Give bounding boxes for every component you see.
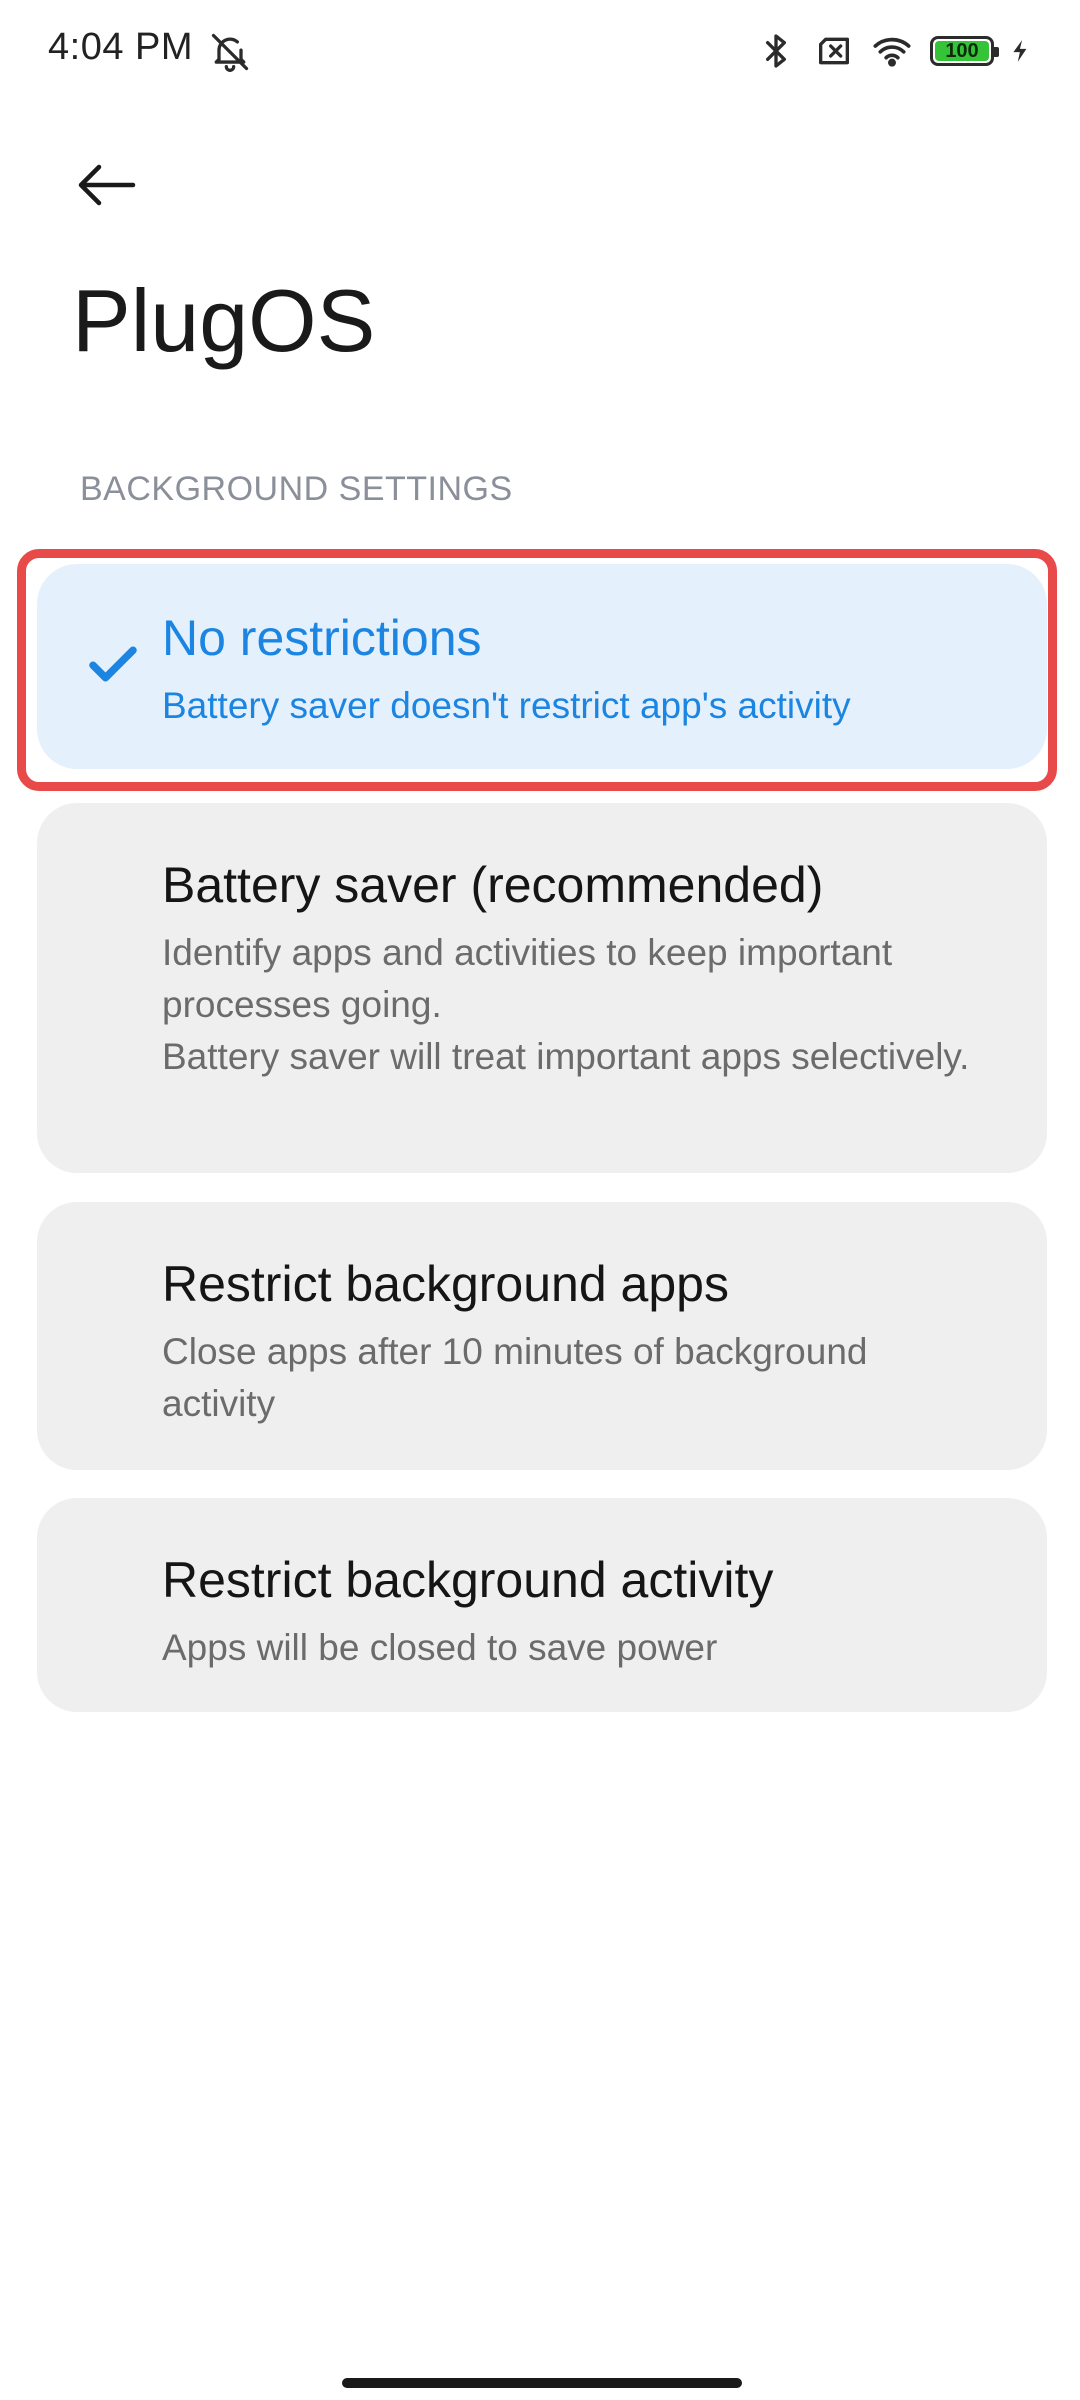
option-description: Identify apps and activities to keep imp… (162, 932, 970, 1077)
option-title: Restrict background activity (162, 1552, 774, 1608)
option-title: No restrictions (162, 610, 482, 666)
battery-icon: 100 (930, 36, 999, 66)
option-restrict-background-apps[interactable]: Restrict background apps Close apps afte… (37, 1202, 1047, 1470)
option-title: Restrict background apps (162, 1256, 729, 1312)
checkmark-icon (89, 646, 137, 682)
option-no-restrictions[interactable]: No restrictions Battery saver doesn't re… (37, 564, 1047, 769)
home-indicator[interactable] (342, 2378, 742, 2388)
option-restrict-background-activity[interactable]: Restrict background activity Apps will b… (37, 1498, 1047, 1712)
wifi-icon (873, 37, 911, 67)
option-description: Apps will be closed to save power (162, 1627, 718, 1668)
status-icons: 100 (756, 26, 1034, 76)
section-header: BACKGROUND SETTINGS (80, 470, 513, 508)
back-arrow-icon (78, 164, 136, 206)
status-bar: 4:04 PM 100 (0, 0, 1080, 110)
option-battery-saver[interactable]: Battery saver (recommended) Identify app… (37, 803, 1047, 1173)
option-title: Battery saver (recommended) (162, 857, 824, 913)
page-title: PlugOS (72, 271, 376, 370)
back-button[interactable] (62, 140, 152, 230)
mute-notifications-icon (211, 33, 249, 72)
option-description: Close apps after 10 minutes of backgroun… (162, 1331, 868, 1424)
status-time: 4:04 PM (48, 26, 194, 68)
battery-level: 100 (935, 41, 989, 61)
no-sim-icon (819, 37, 849, 65)
charging-icon (1013, 40, 1027, 62)
bluetooth-icon (766, 34, 786, 68)
option-description: Battery saver doesn't restrict app's act… (162, 685, 851, 726)
